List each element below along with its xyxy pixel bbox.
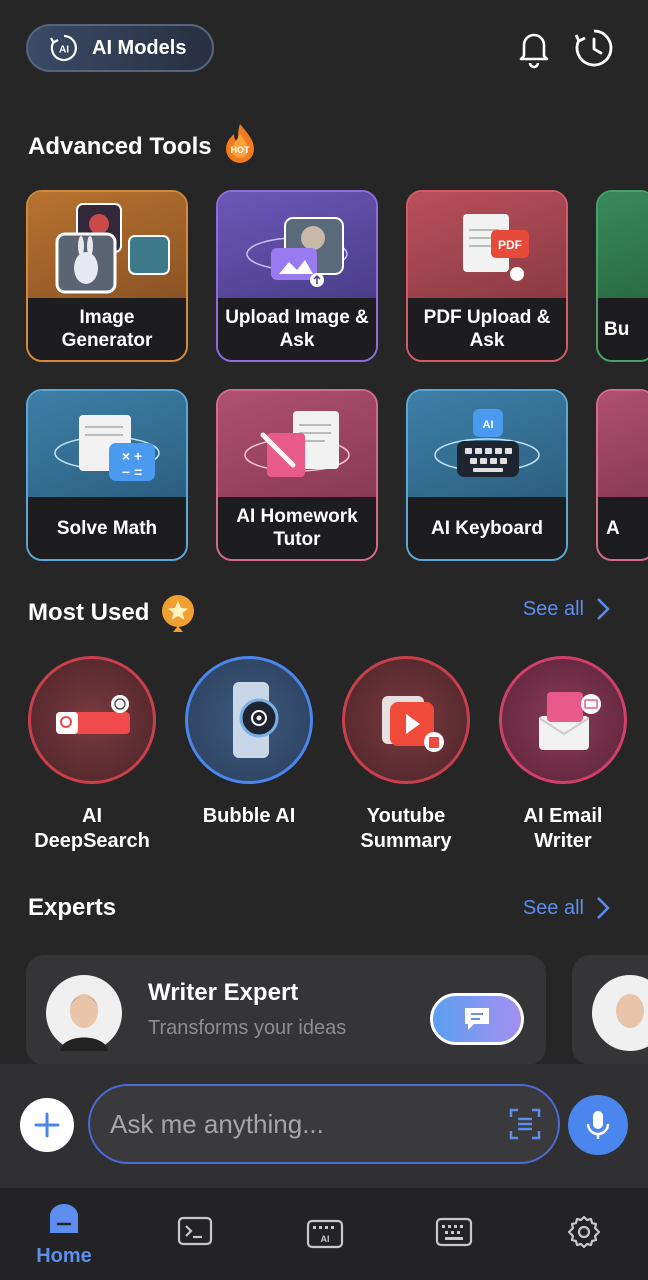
chat-expert-button[interactable] xyxy=(430,993,524,1045)
tool-image-generator[interactable]: Image Generator xyxy=(26,190,188,362)
most-used-ai-deepsearch[interactable]: AI DeepSearch xyxy=(27,656,157,854)
deepsearch-icon xyxy=(56,695,130,734)
tool-label: PDF Upload & Ask xyxy=(408,298,566,360)
nav-settings[interactable] xyxy=(544,1202,624,1255)
ask-input[interactable] xyxy=(88,1084,560,1164)
most-used-see-all[interactable]: See all xyxy=(523,597,610,621)
most-used-label: AI DeepSearch xyxy=(34,805,150,852)
experts-see-all[interactable]: See all xyxy=(523,896,610,920)
most-used-label: Bubble AI xyxy=(202,805,296,827)
expert-card-partial[interactable] xyxy=(572,955,648,1065)
most-used-bubble-ai[interactable]: Bubble AI xyxy=(184,656,314,829)
email-writer-icon xyxy=(538,692,601,750)
homework-book-icon xyxy=(244,411,350,477)
home-icon xyxy=(50,1204,78,1233)
nav-home-label: Home xyxy=(36,1245,92,1267)
advanced-tools-heading: Advanced Tools xyxy=(28,133,212,160)
chat-bar xyxy=(0,1064,648,1188)
bell-icon[interactable] xyxy=(512,26,556,70)
ai-models-button[interactable]: AI AI Models xyxy=(26,24,214,72)
tool-label: AI Keyboard xyxy=(408,497,566,559)
advanced-tools-title: Advanced Tools HOT xyxy=(28,124,260,166)
tool-ai-homework-tutor[interactable]: AI Homework Tutor xyxy=(216,389,378,561)
pdf-document-icon: PDF xyxy=(463,214,529,281)
settings-icon xyxy=(567,1215,601,1249)
chat-bubble-icon xyxy=(465,1008,489,1030)
plus-icon xyxy=(34,1112,60,1138)
tool-solve-math[interactable]: × + − = Solve Math xyxy=(26,389,188,561)
svg-text:AI: AI xyxy=(321,1234,330,1244)
expert-name: Writer Expert xyxy=(148,979,299,1006)
tool-partial-bu[interactable]: Bu xyxy=(596,190,648,362)
avatar xyxy=(592,975,648,1051)
star-badge-icon xyxy=(162,595,195,632)
bubble-ai-icon xyxy=(233,682,279,758)
svg-text:AI: AI xyxy=(59,45,69,56)
most-used-ai-email-writer[interactable]: AI Email Writer xyxy=(498,656,628,854)
tool-pdf-upload-ask[interactable]: PDF PDF Upload & Ask xyxy=(406,190,568,362)
most-used-heading: Most Used xyxy=(28,599,150,626)
expert-card-writer[interactable]: Writer Expert Transforms your ideas xyxy=(26,955,546,1065)
most-used-youtube-summary[interactable]: Youtube Summary xyxy=(341,656,471,854)
tool-partial-a[interactable]: A xyxy=(596,389,648,561)
chevron-right-icon xyxy=(597,897,610,919)
svg-text:AI: AI xyxy=(483,419,494,431)
svg-text:− =: − = xyxy=(122,464,142,480)
experts-title: Experts xyxy=(28,894,116,922)
chevron-right-icon xyxy=(597,598,610,620)
tool-label: Upload Image & Ask xyxy=(218,298,376,360)
microphone-button[interactable] xyxy=(568,1095,628,1155)
scan-icon[interactable] xyxy=(508,1107,542,1141)
see-all-label: See all xyxy=(522,896,584,919)
most-used-label: AI Email Writer xyxy=(523,805,603,852)
nav-keyboard[interactable] xyxy=(414,1202,494,1254)
tool-label: A xyxy=(598,497,648,559)
svg-text:HOT: HOT xyxy=(230,145,250,155)
history-icon[interactable] xyxy=(572,26,616,70)
tool-label: Image Generator xyxy=(28,298,186,360)
image-generator-icon xyxy=(55,203,170,294)
hot-fire-icon: HOT xyxy=(225,124,254,163)
top-bar: AI AI Models xyxy=(26,24,622,72)
microphone-icon xyxy=(586,1111,610,1139)
bottom-nav: Home AI xyxy=(0,1188,648,1280)
tool-label: AI Homework Tutor xyxy=(218,497,376,559)
tool-upload-image-ask[interactable]: Upload Image & Ask xyxy=(216,190,378,362)
nav-ai-keyboard[interactable]: AI xyxy=(285,1202,365,1256)
upload-image-icon xyxy=(246,217,348,287)
terminal-icon xyxy=(177,1216,213,1246)
tool-ai-keyboard[interactable]: AI AI Keyboard xyxy=(406,389,568,561)
expert-description: Transforms your ideas xyxy=(148,1017,347,1039)
ai-keyboard-icon: AI xyxy=(306,1219,344,1249)
experts-heading: Experts xyxy=(28,894,117,921)
youtube-summary-icon xyxy=(382,696,444,752)
see-all-label: See all xyxy=(522,597,584,620)
add-attachment-button[interactable] xyxy=(20,1098,74,1152)
nav-home[interactable]: Home xyxy=(24,1202,104,1268)
tool-label: Solve Math xyxy=(28,497,186,559)
most-used-title: Most Used xyxy=(28,594,197,632)
calculator-icon: × + − = xyxy=(54,415,160,481)
nav-terminal[interactable] xyxy=(155,1202,235,1255)
keyboard-icon xyxy=(435,1217,473,1247)
svg-text:× +: × + xyxy=(122,448,142,464)
ai-keyboard-art-icon: AI xyxy=(434,409,540,477)
svg-text:PDF: PDF xyxy=(498,238,522,252)
avatar xyxy=(46,975,122,1051)
tool-label: Bu xyxy=(598,298,648,360)
most-used-label: Youtube Summary xyxy=(360,805,452,852)
ai-models-label: AI Models xyxy=(92,36,187,59)
ai-refresh-icon: AI xyxy=(50,34,77,62)
